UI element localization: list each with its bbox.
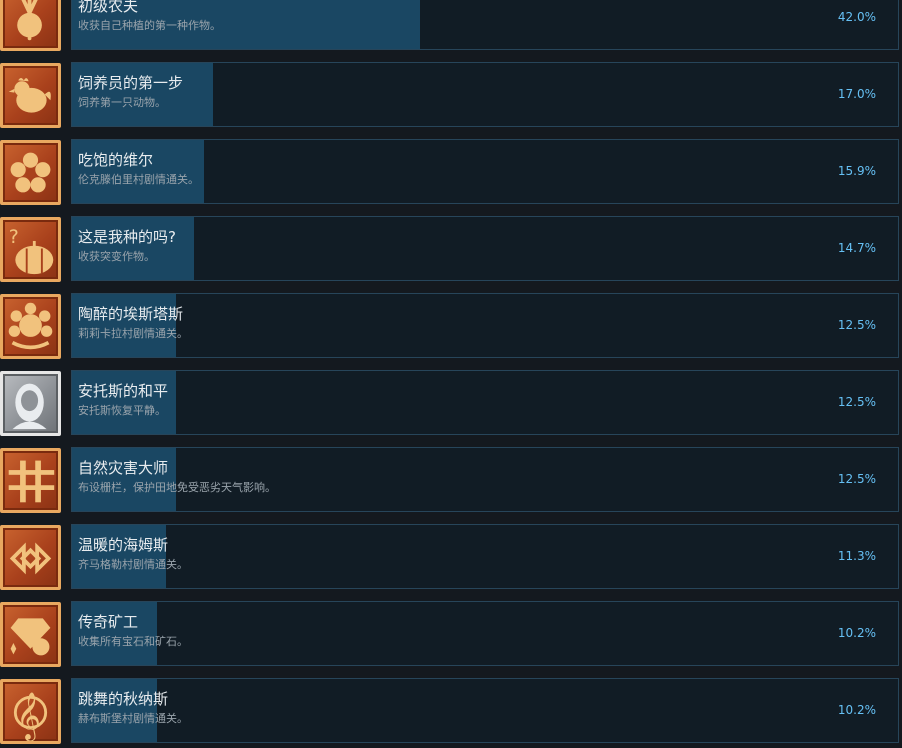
- turnip-icon: [0, 0, 61, 51]
- maiden-icon: [0, 371, 61, 436]
- achievement-row[interactable]: 𝄞 跳舞的秋纳斯赫布斯堡村剧情通关。 10.2%: [0, 678, 902, 745]
- achievement-description: 收获自己种植的第一种作物。: [78, 19, 221, 32]
- unlock-percent: 12.5%: [837, 395, 876, 409]
- achievement-title: 饲养员的第一步: [78, 74, 184, 92]
- unlock-percent: 12.5%: [837, 472, 876, 486]
- svg-text:?: ?: [9, 226, 19, 248]
- achievement-title: 这是我种的吗?: [78, 228, 176, 246]
- achievement-panel: 温暖的海姆斯齐马格勒村剧情通关。 11.3%: [71, 524, 899, 589]
- achievement-panel: 初级农夫收获自己种植的第一种作物。 42.0%: [71, 0, 899, 50]
- unlock-percent: 15.9%: [837, 164, 876, 178]
- achievement-panel: 吃饱的维尔伦克滕伯里村剧情通关。 15.9%: [71, 139, 899, 204]
- achievement-title: 初级农夫: [78, 0, 139, 15]
- unlock-percent: 12.5%: [837, 318, 876, 332]
- achievement-description: 饲养第一只动物。: [78, 96, 166, 109]
- achievement-row[interactable]: 自然灾害大师布设栅栏，保护田地免受恶劣天气影响。 12.5%: [0, 447, 902, 514]
- achievement-title: 陶醉的埃斯塔斯: [78, 305, 184, 323]
- unlock-percent: 11.3%: [837, 549, 876, 563]
- achievement-panel: 跳舞的秋纳斯赫布斯堡村剧情通关。 10.2%: [71, 678, 899, 743]
- unlock-percent: 42.0%: [837, 10, 876, 24]
- achievement-panel: 传奇矿工收集所有宝石和矿石。 10.2%: [71, 601, 899, 666]
- unlock-percent: 10.2%: [837, 626, 876, 640]
- achievement-row[interactable]: 吃饱的维尔伦克滕伯里村剧情通关。 15.9%: [0, 139, 902, 206]
- achievement-description: 齐马格勒村剧情通关。: [78, 558, 188, 571]
- achievement-description: 莉莉卡拉村剧情通关。: [78, 327, 188, 340]
- achievement-row[interactable]: ? 这是我种的吗? 收获突变作物。 14.7%: [0, 216, 902, 283]
- achievement-row[interactable]: 传奇矿工收集所有宝石和矿石。 10.2%: [0, 601, 902, 668]
- treble-clef-icon: 𝄞: [0, 679, 61, 744]
- achievement-title: 安托斯的和平: [78, 382, 169, 400]
- achievement-panel: 陶醉的埃斯塔斯莉莉卡拉村剧情通关。 12.5%: [71, 293, 899, 358]
- achievement-list: 初级农夫收获自己种植的第一种作物。 42.0% 饲养员的第一步饲养第一只动物。 17.…: [0, 0, 902, 748]
- sun-flower-icon: [0, 294, 61, 359]
- achievement-description: 布设栅栏，保护田地免受恶劣天气影响。: [78, 481, 276, 494]
- gem-icon: [0, 602, 61, 667]
- ornament-icon: [0, 525, 61, 590]
- flower-icon: [0, 140, 61, 205]
- unlock-percent: 17.0%: [837, 87, 876, 101]
- unlock-percent: 14.7%: [837, 241, 876, 255]
- achievement-row[interactable]: 安托斯的和平安托斯恢复平静。 12.5%: [0, 370, 902, 437]
- achievement-panel: 自然灾害大师布设栅栏，保护田地免受恶劣天气影响。 12.5%: [71, 447, 899, 512]
- achievement-row[interactable]: 初级农夫收获自己种植的第一种作物。 42.0%: [0, 0, 902, 52]
- achievement-title: 自然灾害大师: [78, 459, 169, 477]
- achievement-description: 收获突变作物。: [78, 250, 155, 263]
- achievement-panel: 饲养员的第一步饲养第一只动物。 17.0%: [71, 62, 899, 127]
- achievement-title: 跳舞的秋纳斯: [78, 690, 169, 708]
- fence-icon: [0, 448, 61, 513]
- achievement-description: 收集所有宝石和矿石。: [78, 635, 188, 648]
- achievement-description: 伦克滕伯里村剧情通关。: [78, 173, 199, 186]
- achievement-title: 温暖的海姆斯: [78, 536, 169, 554]
- achievement-title: 传奇矿工: [78, 613, 139, 631]
- achievement-row[interactable]: 温暖的海姆斯齐马格勒村剧情通关。 11.3%: [0, 524, 902, 591]
- achievement-row[interactable]: 饲养员的第一步饲养第一只动物。 17.0%: [0, 62, 902, 129]
- achievement-title: 吃饱的维尔: [78, 151, 154, 169]
- pumpkin-question-icon: ?: [0, 217, 61, 282]
- chicken-icon: [0, 63, 61, 128]
- achievement-panel: 安托斯的和平安托斯恢复平静。 12.5%: [71, 370, 899, 435]
- achievement-description: 赫布斯堡村剧情通关。: [78, 712, 188, 725]
- achievement-row[interactable]: 陶醉的埃斯塔斯莉莉卡拉村剧情通关。 12.5%: [0, 293, 902, 360]
- achievement-description: 安托斯恢复平静。: [78, 404, 166, 417]
- achievement-panel: 这是我种的吗? 收获突变作物。 14.7%: [71, 216, 899, 281]
- unlock-percent: 10.2%: [837, 703, 876, 717]
